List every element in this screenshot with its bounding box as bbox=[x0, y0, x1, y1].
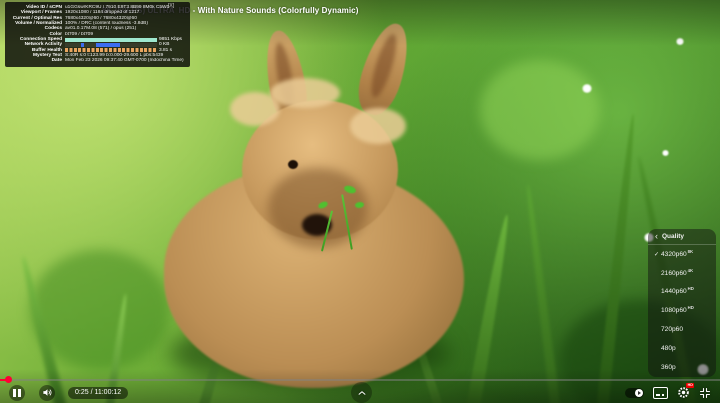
clover-flower bbox=[582, 84, 592, 93]
stat-value: Mon Feb 23 2026 09:37:40 GMT-0700 (Indoc… bbox=[65, 58, 186, 63]
autoplay-thumb-play-icon bbox=[635, 389, 643, 397]
quality-option-4320p60[interactable]: ✓ 4320p60 8K bbox=[648, 245, 716, 264]
time-display: 0:25 / 11:00:12 bbox=[68, 387, 128, 399]
network-activity-bar bbox=[65, 43, 157, 47]
quality-option-1080p60[interactable]: 1080p60 HD bbox=[648, 301, 716, 320]
quality-option-label: 4320p60 bbox=[661, 251, 687, 258]
fur-tuft bbox=[350, 108, 406, 144]
stat-label: Date bbox=[8, 58, 65, 63]
quality-option-label: 1440p60 bbox=[661, 288, 687, 295]
buffer-health-bar bbox=[65, 48, 157, 52]
rabbit-eye bbox=[288, 160, 298, 169]
check-icon: ✓ bbox=[652, 251, 661, 258]
quality-option-label: 720p60 bbox=[661, 326, 683, 333]
quality-option-720p60[interactable]: 720p60 bbox=[648, 320, 716, 339]
quality-option-360p[interactable]: 360p bbox=[648, 358, 716, 377]
quality-menu-header[interactable]: ‹ Quality bbox=[648, 229, 716, 245]
quality-option-480p[interactable]: 480p bbox=[648, 339, 716, 358]
connection-speed-bar bbox=[65, 38, 157, 42]
settings-button[interactable]: HD bbox=[677, 386, 690, 399]
video-player: 8K (60FPS) ULTRAHD - With Nature Sounds … bbox=[0, 0, 720, 403]
progress-bar[interactable] bbox=[0, 379, 720, 381]
autoplay-toggle[interactable] bbox=[625, 388, 644, 398]
exit-fullscreen-icon bbox=[699, 387, 711, 399]
quality-badge: HD bbox=[688, 286, 694, 291]
clover-flower bbox=[662, 150, 669, 156]
control-bar: 0:25 / 11:00:12 HD bbox=[0, 382, 720, 403]
subtitles-button[interactable] bbox=[653, 387, 668, 399]
quality-option-2160p60[interactable]: 2160p60 4K bbox=[648, 264, 716, 283]
quality-option-label: 480p bbox=[661, 345, 676, 352]
quality-option-label: 1080p60 bbox=[661, 307, 687, 314]
stats-for-nerds-panel: Video ID / sCPNu1GGswrKRC9U / 7910 E9T3 … bbox=[5, 2, 190, 67]
pause-icon bbox=[13, 389, 20, 397]
bokeh-blob bbox=[480, 60, 600, 160]
quality-menu: ‹ Quality ✓ 4320p60 8K 2160p60 4K 1440p6… bbox=[648, 229, 716, 377]
exit-fullscreen-button[interactable] bbox=[699, 387, 711, 399]
quality-option-label: 2160p60 bbox=[661, 270, 687, 277]
stats-close-button[interactable]: [X] bbox=[168, 3, 174, 9]
volume-button[interactable] bbox=[39, 385, 55, 401]
speaker-icon bbox=[42, 387, 53, 398]
quality-badge: 8K bbox=[688, 249, 694, 254]
quality-badge: HD bbox=[688, 305, 694, 310]
quality-menu-title: Quality bbox=[662, 233, 684, 240]
fur-tuft bbox=[270, 78, 340, 108]
quality-option-1440p60[interactable]: 1440p60 HD bbox=[648, 283, 716, 302]
quality-badge: 4K bbox=[688, 268, 694, 273]
quality-option-label: 360p bbox=[661, 364, 676, 371]
rabbit-subject bbox=[150, 18, 480, 388]
right-controls: HD bbox=[625, 386, 711, 399]
hd-quality-badge: HD bbox=[686, 383, 694, 388]
back-chevron-icon[interactable]: ‹ bbox=[655, 232, 658, 241]
pause-button[interactable] bbox=[9, 385, 25, 401]
video-title-main: HD - With Nature Sounds (Colorfully Dyna… bbox=[179, 6, 359, 15]
